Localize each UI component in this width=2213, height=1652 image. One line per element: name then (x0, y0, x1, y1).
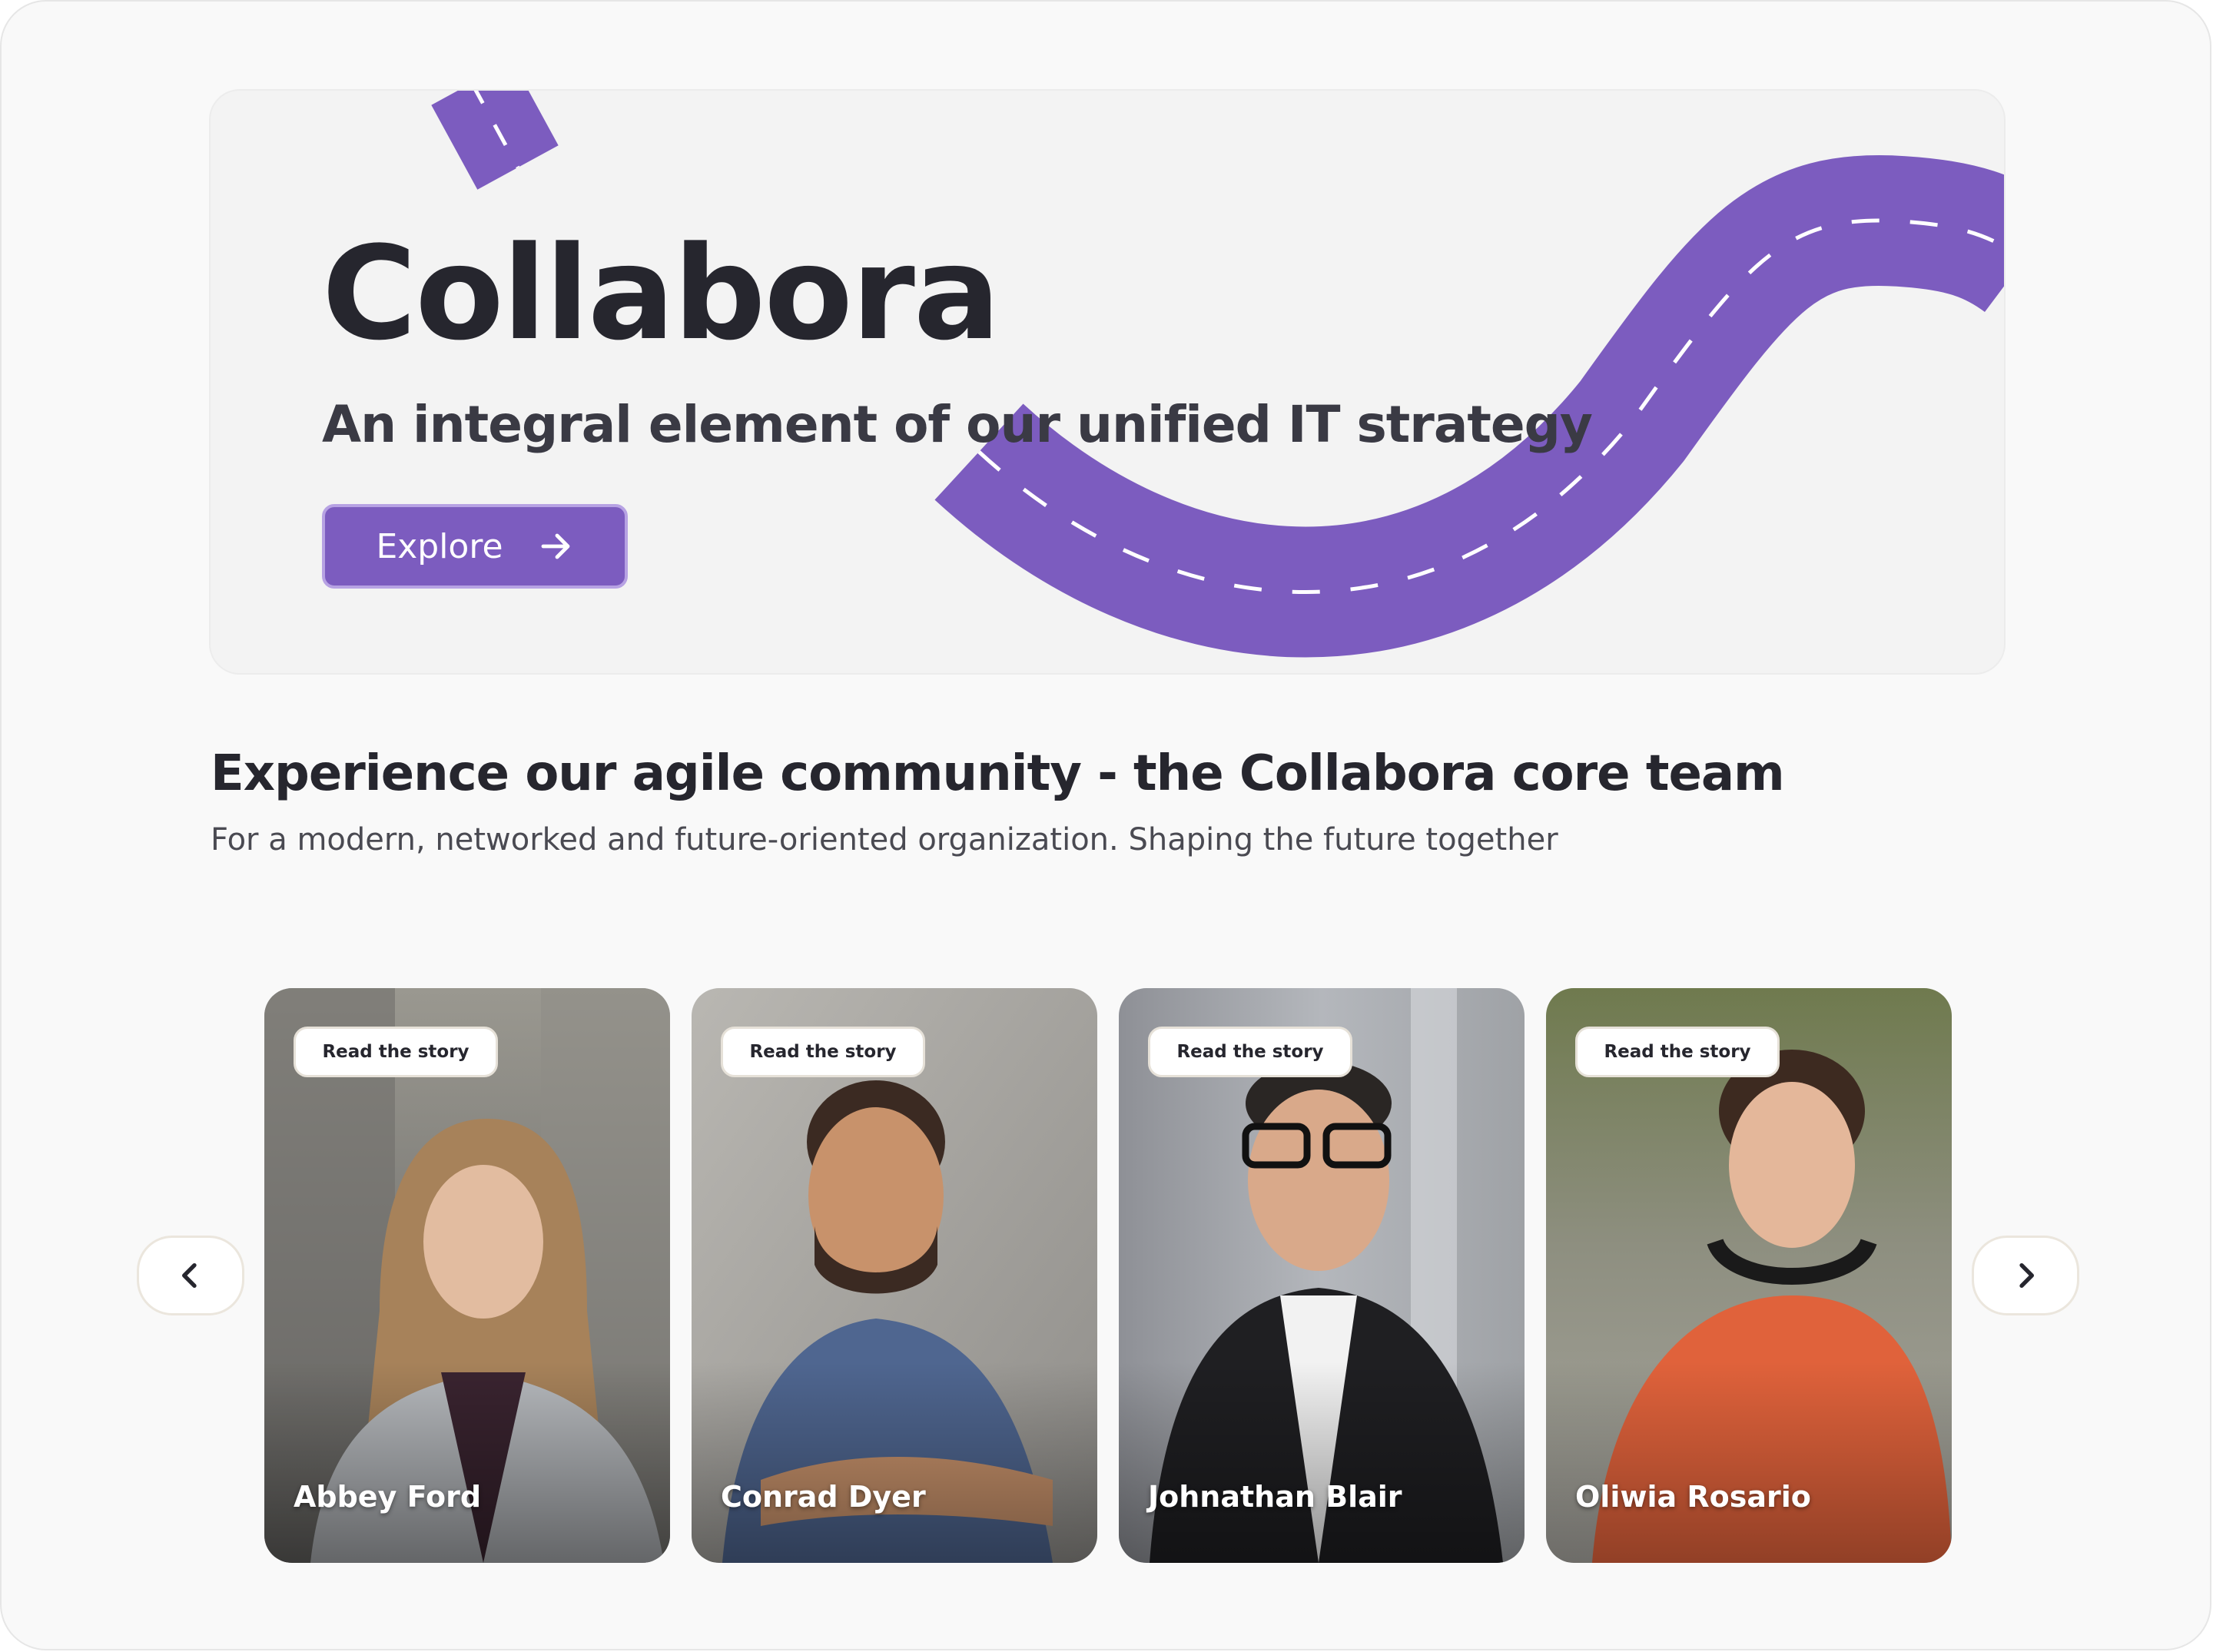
team-member-name: Johnathan Blair (1148, 1480, 1402, 1514)
team-member-name: Abbey Ford (294, 1480, 482, 1514)
carousel-prev-button[interactable] (137, 1236, 244, 1315)
section-subtitle: For a modern, networked and future-orien… (211, 822, 1558, 858)
team-card[interactable]: Read the story Abbey Ford (264, 988, 670, 1563)
read-story-button[interactable]: Read the story (1575, 1027, 1780, 1077)
explore-button-label: Explore (376, 526, 503, 566)
read-story-button[interactable]: Read the story (1148, 1027, 1352, 1077)
hero-subtitle: An integral element of our unified IT st… (322, 395, 1593, 454)
hero-title: Collabora (322, 218, 1000, 369)
team-card[interactable]: Read the story Oliwia Rosario (1546, 988, 1952, 1563)
chevron-right-icon (2019, 1263, 2034, 1288)
arrow-right-icon (541, 533, 569, 559)
section-title: Experience our agile community - the Col… (211, 745, 1785, 802)
read-story-label: Read the story (1176, 1042, 1324, 1062)
team-member-name: Oliwia Rosario (1575, 1480, 1811, 1514)
read-story-label: Read the story (1604, 1042, 1751, 1062)
read-story-button[interactable]: Read the story (294, 1027, 498, 1077)
read-story-label: Read the story (322, 1042, 469, 1062)
carousel-next-button[interactable] (1972, 1236, 2079, 1315)
read-story-button[interactable]: Read the story (721, 1027, 925, 1077)
read-story-label: Read the story (749, 1042, 897, 1062)
chevron-left-icon (182, 1263, 197, 1288)
team-member-name: Conrad Dyer (721, 1480, 926, 1514)
explore-button[interactable]: Explore (322, 504, 628, 589)
team-card[interactable]: Read the story Conrad Dyer (692, 988, 1097, 1563)
hero-banner: Collabora An integral element of our uni… (209, 89, 2006, 675)
page-frame: Collabora An integral element of our uni… (0, 0, 2211, 1650)
team-card[interactable]: Read the story Johnathan Blair (1119, 988, 1525, 1563)
